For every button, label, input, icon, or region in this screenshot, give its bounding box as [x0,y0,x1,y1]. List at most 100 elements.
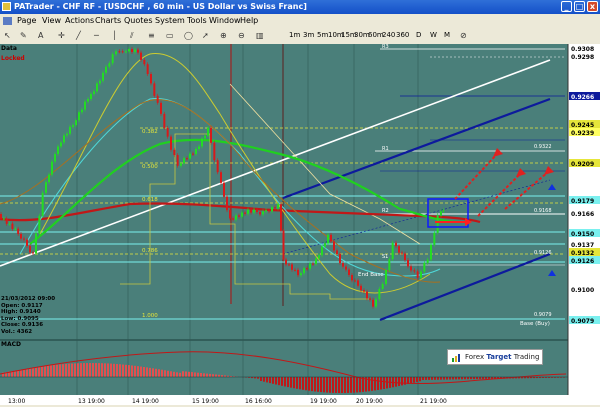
minimize-icon[interactable]: _ [561,1,572,12]
tf-240[interactable]: 240 [382,31,395,39]
menu-actions[interactable]: Actions [65,16,94,25]
menu-quotes[interactable]: Quotes [124,16,153,25]
candle-body [433,233,435,245]
macd-bar [341,377,343,393]
candle-body [84,102,86,110]
candle-body [105,67,107,73]
candle-body [14,229,16,230]
candle-body [238,215,240,216]
tf-1m[interactable]: 1m [289,31,300,39]
vline-icon[interactable]: │ [112,31,117,41]
candle-body [32,252,34,253]
arrow-tool-icon[interactable]: ➚ [202,31,209,41]
zoom-out-icon[interactable]: ⊖ [238,31,245,41]
macd-bar [215,375,217,378]
menu-help[interactable]: Help [240,16,258,25]
tf-m[interactable]: M [444,31,450,39]
tf-360[interactable]: 360 [396,31,409,39]
cursor-icon[interactable]: ↖ [4,31,11,41]
candle-body [395,243,397,246]
menu-window[interactable]: Window [209,16,241,25]
candle-body [360,286,362,290]
menu-view[interactable]: View [42,16,61,25]
candle-body [128,49,130,51]
close-icon[interactable]: x [587,1,598,12]
title-bar: PATrader - CHF RF - [USDCHF , 60 min - U… [0,0,600,14]
text-tool-icon[interactable]: A [38,31,43,41]
tf-5m[interactable]: 5m [317,31,328,39]
macd-bar [311,377,313,391]
candle-body [417,271,419,277]
svg-text:0.9168: 0.9168 [534,208,552,214]
candle-body [201,138,203,146]
pencil-icon[interactable]: ✎ [20,31,27,41]
svg-text:0.9126: 0.9126 [534,250,552,256]
macd-bar [458,377,460,379]
candle-body [3,219,5,220]
candle-body [303,268,305,273]
macd-bar [152,368,154,377]
chart-area[interactable]: 0.382 0.500 0.618 0.786 1.000 R3 R1 R2 S… [0,44,600,405]
menu-page[interactable]: Page [17,16,36,25]
svg-text:13:00: 13:00 [8,398,25,405]
rect-icon[interactable]: ▭ [166,31,174,41]
macd-bar [44,366,46,377]
candle-body [118,51,120,52]
candle-body [210,128,212,143]
fib-icon[interactable]: ≡ [148,31,155,41]
candle-body [160,103,162,114]
macd-bar [182,371,184,377]
macd-bar [101,363,103,377]
macd-bar [299,377,301,389]
macd-bar [131,365,133,377]
crosshair-icon[interactable]: ✛ [58,31,65,41]
candle-body [192,154,194,155]
svg-text:19 19:00: 19 19:00 [310,398,337,405]
zoom-in-icon[interactable]: ⊕ [220,31,227,41]
macd-bar [134,366,136,377]
macd-bar [467,377,469,379]
macd-bar [434,377,436,380]
refresh-icon[interactable]: ⊘ [460,31,467,41]
price-pane[interactable] [0,44,568,340]
maximize-icon[interactable]: □ [574,1,585,12]
trendline-icon[interactable]: ╱ [76,31,81,41]
ohlc-date: 21/03/2012 09:00 [1,296,53,303]
macd-bar [443,377,445,380]
macd-bar [416,377,418,382]
menu-system[interactable]: System [155,16,185,25]
macd-pane-label: MACD [1,341,21,348]
tf-d[interactable]: D [416,31,421,39]
menu-tools[interactable]: Tools [187,16,207,25]
tf-w[interactable]: W [430,31,437,39]
ellipse-icon[interactable]: ◯ [184,31,193,41]
svg-text:15 19:00: 15 19:00 [192,398,219,405]
candle-body [183,158,185,163]
candle-body [134,50,136,52]
candle-body [20,234,22,239]
locked-label: Locked [1,55,25,62]
channel-icon[interactable]: ⫽ [130,31,134,41]
hline-icon[interactable]: ─ [94,31,99,41]
macd-bar [212,374,214,377]
tf-3m[interactable]: 3m [303,31,314,39]
macd-bar [314,377,316,391]
macd-bar [173,372,175,377]
candle-body [9,224,11,225]
macd-bar [383,377,385,389]
candle-body [173,150,175,155]
svg-text:0.9179: 0.9179 [571,198,594,205]
menu-charts[interactable]: Charts [95,16,121,25]
candle-body [336,250,338,254]
candle-body [427,260,429,263]
window-title: PATrader - CHF RF - [USDCHF , 60 min - U… [14,2,307,11]
svg-text:0.9100: 0.9100 [571,287,594,294]
candle-body [430,245,432,260]
macd-bar [89,363,91,377]
svg-text:0.9239: 0.9239 [571,130,594,137]
chart-type-icon[interactable]: ▥ [256,31,264,41]
macd-bar [464,377,466,379]
macd-bar [284,377,286,386]
candle-body [51,162,53,175]
candle-body [99,81,101,84]
